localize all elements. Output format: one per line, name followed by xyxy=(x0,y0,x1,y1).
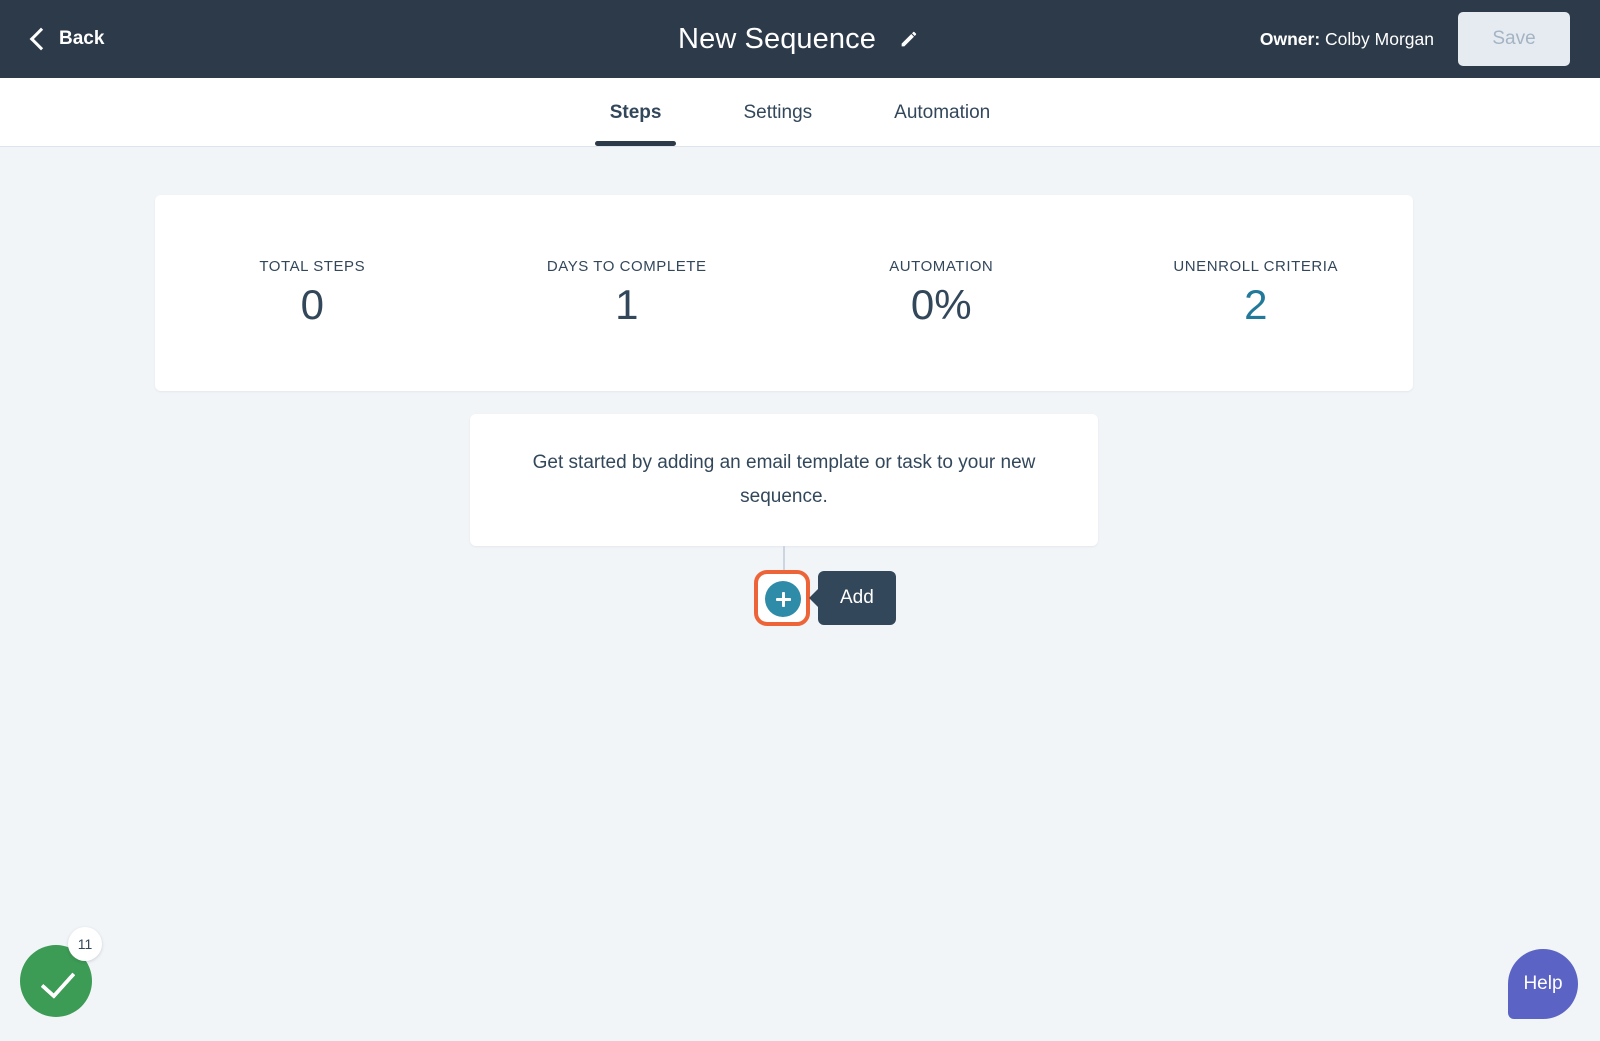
plus-icon xyxy=(775,591,791,607)
app-header: Back New Sequence Owner: Colby Morgan Sa… xyxy=(0,0,1600,78)
pencil-icon[interactable] xyxy=(896,26,922,52)
stat-days-to-complete-label: DAYS TO COMPLETE xyxy=(546,258,707,276)
stat-days-to-complete: DAYS TO COMPLETE 1 xyxy=(470,258,785,327)
add-step-tooltip: Add xyxy=(818,571,896,625)
stat-unenroll-criteria-label: UNENROLL CRITERIA xyxy=(1173,258,1339,276)
tab-settings[interactable]: Settings xyxy=(728,102,827,146)
stat-total-steps-value: 0 xyxy=(300,281,324,329)
back-button-label: Back xyxy=(59,28,105,49)
stat-automation-value: 0% xyxy=(910,281,972,329)
stat-days-to-complete-value: 1 xyxy=(615,281,639,329)
add-step-zone: Add xyxy=(754,570,914,628)
onboarding-progress-badge[interactable]: 11 xyxy=(68,927,102,961)
tab-automation[interactable]: Automation xyxy=(879,102,1005,146)
help-button[interactable]: Help xyxy=(1508,949,1578,1019)
chevron-left-icon xyxy=(29,27,53,51)
sequence-summary-card: TOTAL STEPS 0 DAYS TO COMPLETE 1 AUTOMAT… xyxy=(155,195,1413,391)
check-icon xyxy=(40,963,76,999)
empty-state-message: Get started by adding an email template … xyxy=(532,452,1036,507)
empty-state-card: Get started by adding an email template … xyxy=(470,414,1098,546)
save-button[interactable]: Save xyxy=(1458,12,1570,66)
page-title: New Sequence xyxy=(678,22,876,55)
stat-automation: AUTOMATION 0% xyxy=(784,258,1099,327)
stat-unenroll-criteria: UNENROLL CRITERIA 2 xyxy=(1099,258,1414,327)
tab-steps[interactable]: Steps xyxy=(594,102,677,146)
add-step-button[interactable] xyxy=(765,581,801,617)
owner-name: Colby Morgan xyxy=(1325,28,1434,49)
back-button[interactable]: Back xyxy=(29,27,105,51)
stat-automation-label: AUTOMATION xyxy=(889,258,994,276)
onboarding-progress-widget: 11 xyxy=(20,927,112,1019)
stat-unenroll-criteria-value[interactable]: 2 xyxy=(1099,283,1414,327)
header-actions: Owner: Colby Morgan Save xyxy=(1260,12,1570,66)
owner-label: Owner: xyxy=(1259,28,1321,49)
owner-info: Owner: Colby Morgan xyxy=(1260,29,1434,50)
stat-total-steps: TOTAL STEPS 0 xyxy=(155,258,470,327)
tab-bar: Steps Settings Automation xyxy=(0,78,1600,147)
stat-total-steps-label: TOTAL STEPS xyxy=(259,258,366,276)
